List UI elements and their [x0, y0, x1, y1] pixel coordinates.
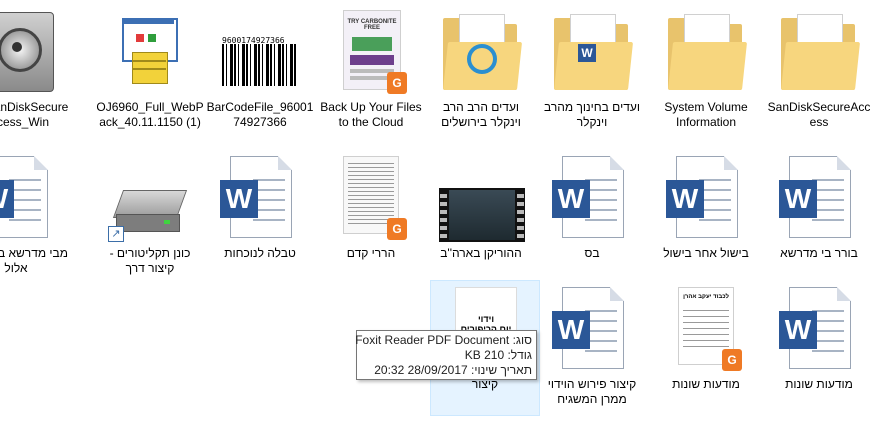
file-label: Back Up Your Files to the Cloud: [320, 100, 422, 129]
vault-app-icon: [0, 8, 60, 96]
folder-vaadim-jerusalem[interactable]: ועדים הרב הרב וינקלר בירושלים: [427, 4, 535, 138]
file-label: מודעות שונות: [672, 377, 740, 391]
file-info-tooltip: סוג: Foxit Reader PDF Document גודל: 210…: [355, 330, 537, 380]
file-label: System Volume Information: [664, 100, 748, 129]
file-oj6960[interactable]: OJ6960_Full_WebPack_40.11.1150 (1): [96, 4, 204, 138]
foxit-badge-icon: G: [387, 72, 407, 94]
word-document-icon: W: [775, 285, 863, 373]
file-word-modaot[interactable]: W מודעות שונות: [765, 281, 873, 415]
file-barcode[interactable]: 9600174927366 BarCodeFile_9600174927366: [206, 4, 314, 138]
file-word-attendance[interactable]: W טבלה לנוכחות: [206, 150, 314, 284]
file-label: הררי קדם: [346, 246, 396, 260]
file-label: OJ6960_Full_WebPack_40.11.1150 (1): [96, 100, 204, 129]
file-label: מודעות שונות: [785, 377, 853, 391]
file-video-hurricane[interactable]: ההוריקן בארה''ב: [427, 150, 535, 284]
installer-icon: [106, 8, 194, 96]
file-label: בורר בי מדרשא: [780, 246, 858, 260]
pdf-thumbnail-icon: לכבוד יעקב אהרן G: [662, 285, 750, 373]
thumb-line: וידוי: [477, 314, 495, 324]
word-document-icon: W: [548, 285, 636, 373]
file-label: BarCodeFile_9600174927366: [206, 100, 314, 129]
barcode-image-icon: 9600174927366: [216, 8, 304, 96]
file-label: ההוריקן בארה''ב: [440, 246, 522, 260]
folder-sandisk[interactable]: SanDiskSecureAccess: [765, 4, 873, 138]
folder-icon: [775, 8, 863, 96]
pdf-thumbnail-icon: G: [327, 154, 415, 242]
drive-icon: ↗: [106, 154, 194, 242]
word-document-icon: W: [548, 154, 636, 242]
foxit-badge-icon: G: [387, 218, 407, 240]
folder-system-volume[interactable]: System Volume Information: [652, 4, 760, 138]
tooltip-size: גודל: 210 KB: [464, 348, 532, 362]
file-word-mbi-midrasha[interactable]: W מבי מדרשא בורר (1) אלול: [0, 150, 70, 284]
folder-icon: [662, 8, 750, 96]
file-word-borer[interactable]: W בורר בי מדרשא: [765, 150, 873, 284]
tooltip-type: סוג: Foxit Reader PDF Document: [355, 333, 532, 347]
file-word-kitzur-perush[interactable]: W קיצור פירוש הוידוי ממרן המשגיח: [538, 281, 646, 415]
folder-icon: [437, 8, 525, 96]
file-pdf-harrei-kedem[interactable]: G הררי קדם: [317, 150, 425, 284]
tooltip-date: תאריך שינוי: 28/09/2017 20:32: [374, 363, 532, 377]
word-document-icon: W: [216, 154, 304, 242]
shortcut-cd-drive[interactable]: ↗ כונן תקליטורים - קיצור דרך: [96, 150, 204, 284]
file-backup-pdf[interactable]: TRY CARBONITE FREE G Back Up Your Files …: [317, 4, 425, 138]
file-label: RunSanDiskSecureAccess_Win: [0, 100, 69, 129]
word-document-icon: W: [775, 154, 863, 242]
file-runsandisk[interactable]: RunSanDiskSecureAccess_Win: [0, 4, 70, 138]
file-label: כונן תקליטורים - קיצור דרך: [109, 246, 191, 275]
file-label: בס: [584, 246, 600, 260]
thumb-line: לכבוד יעקב אהרן: [683, 294, 729, 300]
file-word-bishul[interactable]: W בישול אחר בישול: [652, 150, 760, 284]
file-label: SanDiskSecureAccess: [767, 100, 871, 129]
shortcut-arrow-icon: ↗: [108, 226, 124, 242]
pdf-thumbnail-icon: TRY CARBONITE FREE G: [327, 8, 415, 96]
file-label: בישול אחר בישול: [663, 246, 749, 260]
file-label: מבי מדרשא בורר (1) אלול: [0, 246, 68, 275]
file-pdf-modaot[interactable]: לכבוד יעקב אהרן G מודעות שונות: [652, 281, 760, 415]
word-document-icon: W: [662, 154, 750, 242]
thumb-title: TRY CARBONITE FREE: [347, 19, 397, 31]
folder-icon: W: [548, 8, 636, 96]
folder-vaadim-chinuch[interactable]: W ועדים בחינוך מהרב וינקלר: [538, 4, 646, 138]
file-label: ועדים בחינוך מהרב וינקלר: [544, 100, 640, 129]
word-document-icon: W: [0, 154, 60, 242]
file-label: טבלה לנוכחות: [224, 246, 296, 260]
foxit-badge-icon: G: [722, 349, 742, 371]
file-label: ועדים הרב הרב וינקלר בירושלים: [441, 100, 521, 129]
file-label: קיצור פירוש הוידוי ממרן המשגיח: [547, 377, 637, 406]
video-thumbnail-icon: [437, 154, 525, 242]
file-word-bs[interactable]: W בס: [538, 150, 646, 284]
barcode-number: 9600174927366: [222, 36, 285, 45]
